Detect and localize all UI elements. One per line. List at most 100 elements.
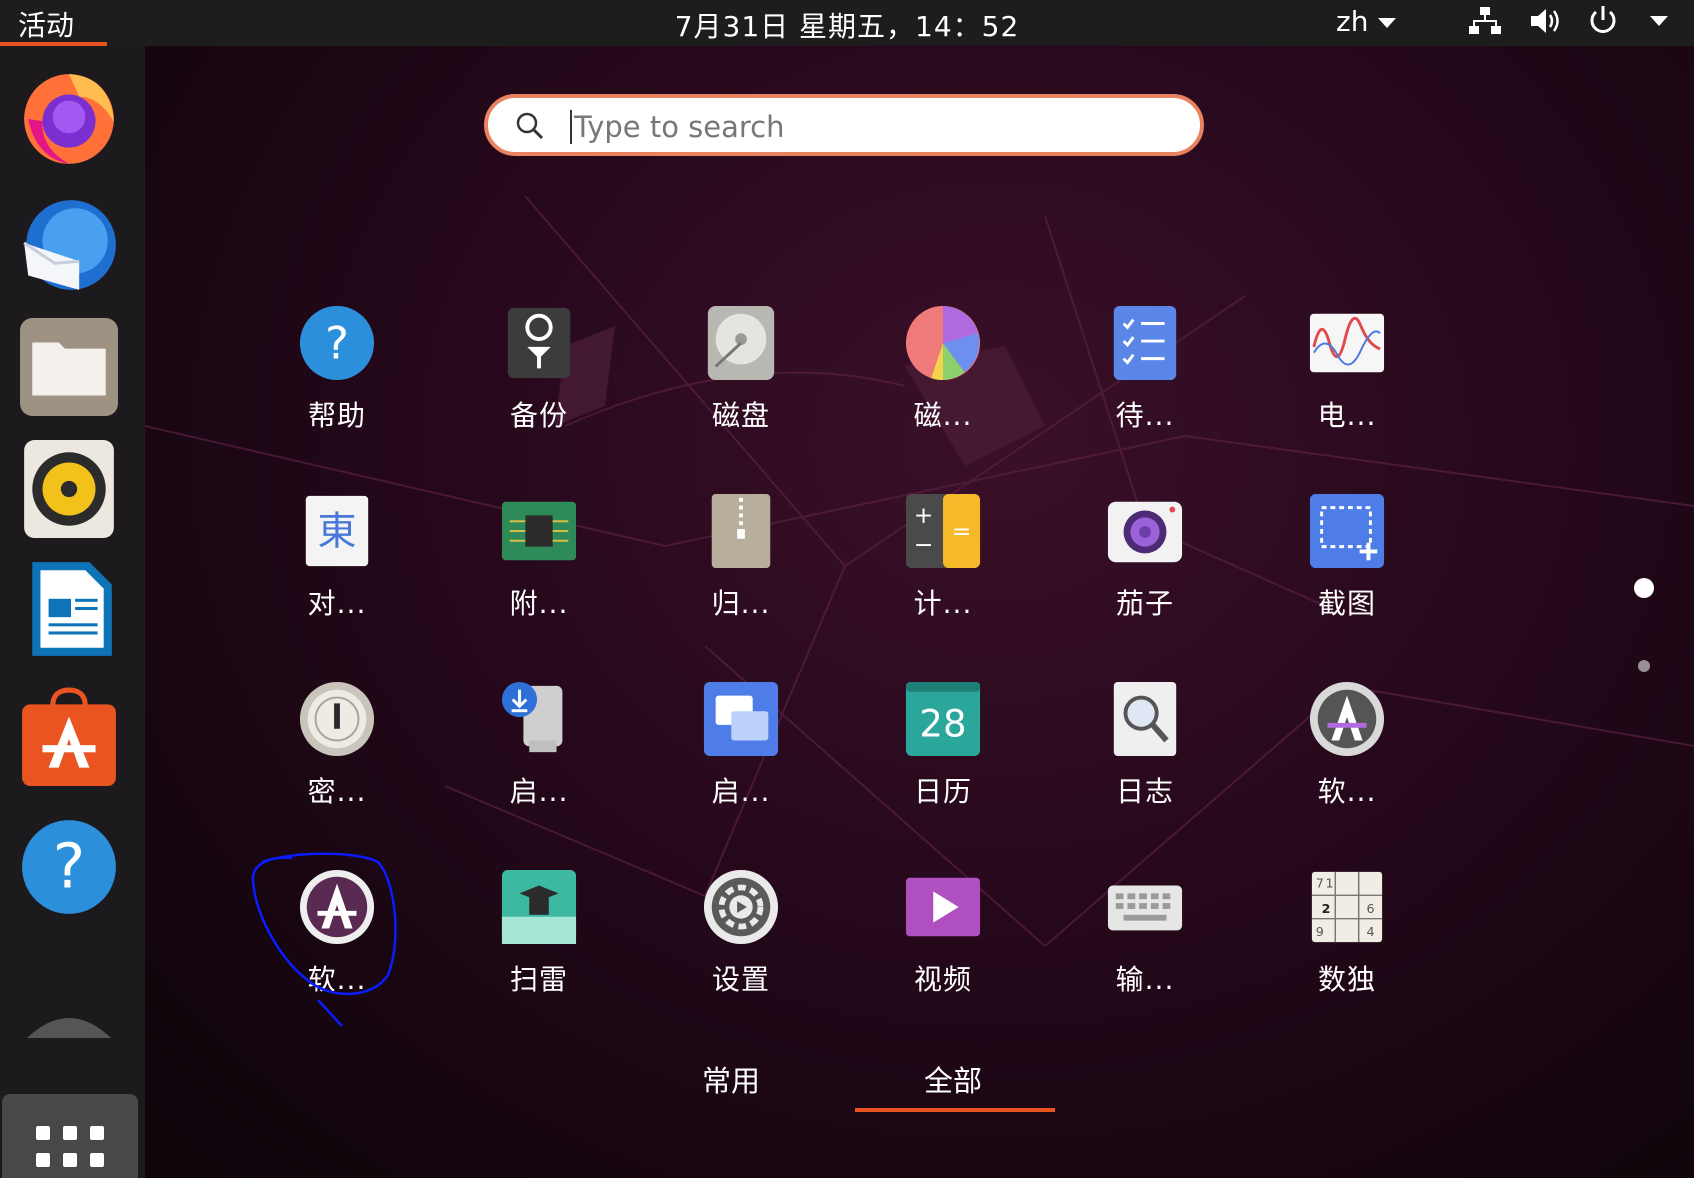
app-cheese[interactable]: 茄子: [1045, 492, 1245, 652]
speaker-icon[interactable]: [18, 438, 120, 540]
app-input-method[interactable]: 输...: [1045, 868, 1245, 1028]
power-icon[interactable]: [1586, 4, 1620, 38]
app-passwords[interactable]: 密...: [237, 680, 437, 840]
app-archive[interactable]: 归...: [641, 492, 841, 652]
tab-frequent[interactable]: 常用: [702, 1058, 760, 1100]
app-disk-usage[interactable]: 磁...: [843, 304, 1043, 464]
app-character-map[interactable]: 東 对...: [237, 492, 437, 652]
app-videos[interactable]: 视频: [843, 868, 1043, 1028]
app-software-properties[interactable]: 软...: [237, 868, 437, 1028]
thunderbird-icon[interactable]: [18, 196, 120, 298]
dock-partial-icon[interactable]: [18, 1008, 120, 1038]
app-label: 待...: [1115, 399, 1175, 432]
app-startup-apps[interactable]: 启...: [641, 680, 841, 840]
search-placeholder: Type to search: [574, 110, 785, 144]
app-label: 备份: [509, 399, 568, 432]
app-label: 电...: [1317, 399, 1377, 432]
svg-text:=: =: [952, 517, 972, 545]
svg-text:7: 7: [1316, 876, 1324, 891]
svg-text:4: 4: [1367, 924, 1375, 939]
firefox-icon[interactable]: [18, 66, 120, 168]
svg-text:−: −: [914, 530, 934, 558]
svg-text:6: 6: [1367, 901, 1375, 916]
password-icon: [299, 681, 375, 757]
volume-icon[interactable]: [1528, 4, 1564, 38]
logs-icon: [1113, 681, 1177, 757]
app-screenshot[interactable]: 截图: [1247, 492, 1447, 652]
search-input[interactable]: Type to search: [484, 94, 1204, 156]
archive-icon: [711, 493, 771, 569]
svg-text:東: 東: [317, 510, 356, 555]
mines-icon: [501, 869, 577, 945]
startup-disk-icon: [501, 681, 563, 753]
folder-icon[interactable]: [18, 316, 120, 418]
app-label: 附...: [509, 587, 569, 620]
dock: ?: [0, 46, 145, 1178]
app-startup-disk[interactable]: 启...: [439, 680, 639, 840]
character-map-icon: 東: [305, 495, 369, 567]
app-todo[interactable]: 待...: [1045, 304, 1245, 464]
app-sudoku[interactable]: 71 2 6 9 4 数独: [1247, 868, 1447, 1028]
app-backup[interactable]: 备份: [439, 304, 639, 464]
calculator-icon: + − =: [905, 493, 981, 569]
app-calendar[interactable]: 28 日历: [843, 680, 1043, 840]
camera-icon: [1107, 501, 1183, 563]
app-label: 软...: [307, 963, 367, 996]
app-help[interactable]: ? 帮助: [237, 304, 437, 464]
app-accessories[interactable]: 附...: [439, 492, 639, 652]
app-label: 数独: [1317, 963, 1376, 996]
app-label: 茄子: [1115, 587, 1174, 620]
page-indicator[interactable]: [1638, 660, 1650, 672]
app-label: 扫雷: [509, 963, 568, 996]
search-icon: [516, 112, 544, 140]
app-disks[interactable]: 磁盘: [641, 304, 841, 464]
language-label: zh: [1336, 5, 1369, 38]
power-stats-icon: [1309, 313, 1385, 373]
software-properties-icon: [299, 869, 375, 945]
app-power-stats[interactable]: 电...: [1247, 304, 1447, 464]
store-icon[interactable]: [18, 686, 120, 788]
todo-icon: [1113, 305, 1177, 381]
network-icon[interactable]: [1468, 4, 1502, 38]
system-menu-chevron-icon[interactable]: [1650, 16, 1668, 26]
svg-text:?: ?: [53, 831, 85, 902]
page-indicator-active[interactable]: [1634, 578, 1654, 598]
software-updater-icon: [1309, 681, 1385, 757]
settings-icon: [703, 869, 779, 945]
text-cursor: [570, 110, 572, 144]
app-settings[interactable]: 设置: [641, 868, 841, 1028]
app-label: 截图: [1317, 587, 1376, 620]
app-software-updater[interactable]: 软...: [1247, 680, 1447, 840]
help-icon: ?: [299, 305, 375, 381]
app-calculator[interactable]: + − = 计...: [843, 492, 1043, 652]
show-applications-button[interactable]: [2, 1094, 138, 1178]
app-logs[interactable]: 日志: [1045, 680, 1245, 840]
tab-active-indicator: [855, 1108, 1055, 1112]
help-icon[interactable]: ?: [18, 816, 120, 918]
app-label: 启...: [509, 775, 569, 808]
app-label: 设置: [711, 963, 770, 996]
svg-text:+: +: [914, 501, 934, 529]
app-label: 日志: [1115, 775, 1174, 808]
app-label: 计...: [913, 587, 973, 620]
app-label: 启...: [711, 775, 771, 808]
calendar-icon: 28: [905, 681, 981, 757]
app-label: 磁盘: [711, 399, 770, 432]
tab-all[interactable]: 全部: [924, 1058, 982, 1100]
app-label: 密...: [307, 775, 367, 808]
app-mines[interactable]: 扫雷: [439, 868, 639, 1028]
app-label: 视频: [913, 963, 972, 996]
calendar-day: 28: [919, 703, 966, 746]
app-label: 日历: [913, 775, 972, 808]
app-label: 磁...: [913, 399, 973, 432]
app-label: 归...: [711, 587, 771, 620]
document-icon[interactable]: [18, 558, 120, 660]
svg-text:9: 9: [1316, 924, 1324, 939]
clock[interactable]: 7月31日 星期五，14：52: [0, 5, 1694, 45]
chevron-down-icon: [1378, 18, 1397, 28]
svg-text:2: 2: [1322, 901, 1331, 916]
keyboard-icon: [1107, 885, 1183, 931]
language-menu[interactable]: zh: [1336, 5, 1397, 38]
videos-icon: [905, 877, 981, 937]
backup-icon: [507, 307, 571, 379]
